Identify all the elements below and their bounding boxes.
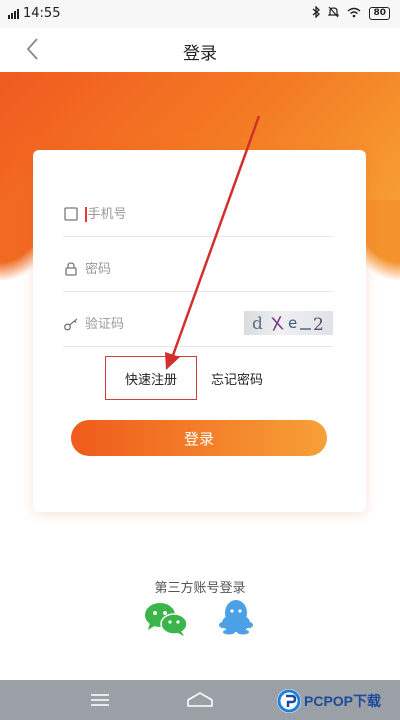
menu-icon[interactable] — [90, 692, 110, 708]
qq-icon[interactable] — [216, 599, 256, 635]
watermark-logo-icon — [276, 688, 302, 714]
watermark-text: PCPOP下载 — [304, 693, 382, 709]
third-party-label: 第三方账号登录 — [154, 581, 246, 596]
annotation-arrow — [165, 115, 261, 370]
wechat-icon[interactable] — [144, 602, 188, 636]
home-icon[interactable] — [186, 691, 214, 709]
watermark: PCPOP下载 — [276, 684, 400, 718]
